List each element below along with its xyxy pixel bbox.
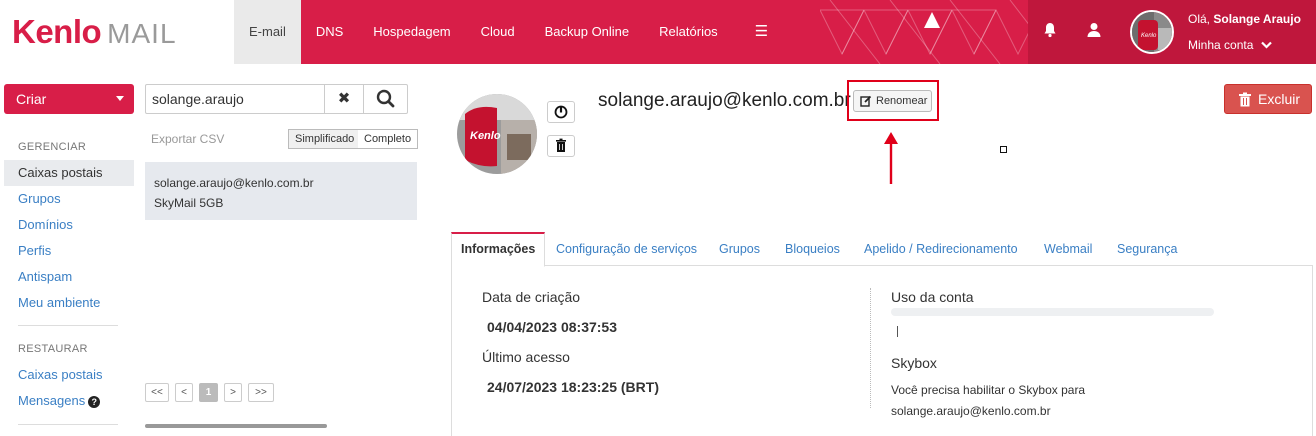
clear-icon[interactable]: ✖ [324, 85, 363, 113]
delete-label: Excluir [1258, 91, 1301, 107]
account-avatar: Kenlo [457, 94, 537, 174]
greeting-prefix: Olá, [1188, 12, 1211, 26]
user-icon[interactable] [1084, 22, 1104, 42]
pager-next[interactable]: > [224, 383, 242, 402]
tab-informacoes[interactable]: Informações [451, 232, 546, 267]
search-icon[interactable] [363, 85, 408, 113]
skybox-line-1: Você precisa habilitar o Skybox para [891, 383, 1086, 397]
edit-icon [860, 95, 872, 107]
rename-label: Renomear [876, 95, 928, 107]
skybox-label: Skybox [891, 355, 937, 371]
pager-last[interactable]: >> [248, 383, 274, 402]
export-csv-link[interactable]: Exportar CSV [151, 132, 224, 146]
top-header: Kenlo MAIL E-mail DNS Hospedagem Cloud Ba… [0, 0, 1316, 64]
tab-configuracao-servicos[interactable]: Configuração de serviços [556, 232, 697, 266]
trash-icon[interactable] [547, 135, 575, 157]
delete-button[interactable]: Excluir [1224, 84, 1312, 114]
detail-tabs: Informações Configuração de serviços Gru… [451, 232, 1313, 267]
view-simple-button[interactable]: Simplificado [288, 129, 362, 149]
skybox-message: Você precisa habilitar o Skybox para sol… [891, 380, 1085, 422]
search-input[interactable] [146, 85, 324, 113]
list-scrollbar[interactable] [145, 424, 327, 428]
nav-email[interactable]: E-mail [234, 0, 301, 64]
tab-apelido-redirecionamento[interactable]: Apelido / Redirecionamento [864, 232, 1018, 266]
nav-cloud[interactable]: Cloud [466, 0, 530, 64]
logo-area: Kenlo MAIL [0, 0, 234, 64]
search-box: ✖ [145, 84, 408, 114]
view-full-button[interactable]: Completo [358, 129, 419, 149]
tab-bloqueios[interactable]: Bloqueios [785, 232, 840, 266]
nav-hospedagem[interactable]: Hospedagem [358, 0, 465, 64]
user-name: Solange Araujo [1213, 12, 1301, 26]
help-icon[interactable]: ? [88, 396, 101, 408]
restore-heading: RESTAURAR [18, 343, 88, 355]
tab-seguranca[interactable]: Segurança [1117, 232, 1177, 266]
last-access-label: Último acesso [482, 349, 570, 365]
restore-mensagens-label: Mensagens [18, 393, 86, 408]
nav-relatorios[interactable]: Relatórios [644, 0, 733, 64]
bell-icon[interactable] [1040, 22, 1060, 42]
pager-current[interactable]: 1 [199, 383, 218, 402]
last-access-value: 24/07/2023 18:23:25 (BRT) [487, 379, 659, 395]
usage-tick [897, 326, 898, 337]
hamburger-icon[interactable]: ☰ [733, 0, 790, 64]
created-label: Data de criação [482, 289, 581, 305]
chevron-down-icon [1261, 40, 1273, 52]
sidebar-item-antispam[interactable]: Antispam [4, 264, 134, 290]
column-divider [870, 288, 871, 408]
logo-brand: Kenlo [12, 13, 102, 50]
svg-text:Kenlo: Kenlo [470, 130, 501, 142]
arrow-up-icon [884, 132, 898, 184]
create-button[interactable]: Criar [4, 84, 134, 114]
skybox-line-2: solange.araujo@kenlo.com.br [891, 404, 1051, 418]
account-email-title: solange.araujo@kenlo.com.br [598, 90, 851, 111]
nav-backup-online[interactable]: Backup Online [530, 0, 645, 64]
nav-dns[interactable]: DNS [301, 0, 358, 64]
app-logo[interactable]: Kenlo MAIL [12, 14, 177, 52]
usage-progress-bar [891, 308, 1214, 316]
account-menu[interactable]: Minha conta [1188, 38, 1273, 52]
svg-text:Kenlo: Kenlo [1141, 33, 1157, 39]
resize-handle[interactable] [1000, 146, 1007, 153]
logo-product: MAIL [107, 18, 177, 49]
user-avatar[interactable]: Kenlo [1130, 10, 1174, 54]
list-item[interactable]: solange.araujo@kenlo.com.br SkyMail 5GB [145, 162, 417, 220]
header-pattern [820, 0, 1030, 64]
pager-first[interactable]: << [145, 383, 169, 402]
rename-button[interactable]: Renomear [853, 90, 932, 112]
tab-grupos[interactable]: Grupos [719, 232, 760, 266]
sidebar-item-dominios[interactable]: Domínios [4, 212, 134, 238]
create-label: Criar [16, 91, 47, 107]
created-value: 04/04/2023 08:37:53 [487, 319, 617, 335]
caret-down-icon [116, 96, 124, 101]
sidebar-item-restore-caixas-postais[interactable]: Caixas postais [4, 362, 134, 388]
sidebar-item-grupos[interactable]: Grupos [4, 186, 134, 212]
sidebar-item-caixas-postais[interactable]: Caixas postais [4, 160, 134, 186]
user-greeting: Olá, Solange Araujo [1188, 12, 1301, 26]
main-nav: E-mail DNS Hospedagem Cloud Backup Onlin… [234, 0, 790, 64]
list-item-email: solange.araujo@kenlo.com.br [154, 176, 314, 190]
sidebar-item-restore-mensagens[interactable]: Mensagens? [4, 388, 134, 414]
info-panel [451, 266, 1313, 436]
sidebar-item-meu-ambiente[interactable]: Meu ambiente [4, 290, 134, 316]
pager-prev[interactable]: < [175, 383, 193, 402]
sidebar-divider-bottom [18, 424, 118, 425]
trash-icon [1239, 92, 1251, 107]
sidebar-item-perfis[interactable]: Perfis [4, 238, 134, 264]
power-icon[interactable] [547, 101, 575, 123]
usage-label: Uso da conta [891, 289, 974, 305]
manage-heading: GERENCIAR [18, 141, 87, 153]
list-item-plan: SkyMail 5GB [154, 196, 224, 210]
account-label: Minha conta [1188, 38, 1254, 52]
sidebar-divider [18, 325, 118, 326]
tab-webmail[interactable]: Webmail [1044, 232, 1092, 266]
